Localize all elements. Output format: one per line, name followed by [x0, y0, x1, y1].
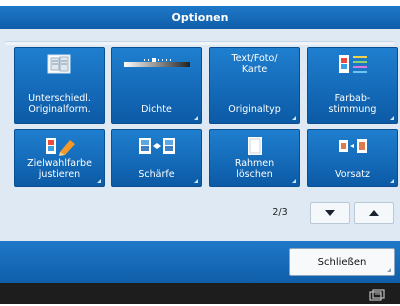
- expand-corner-icon: [390, 116, 394, 120]
- panel-divider: [6, 41, 394, 45]
- tile-color-balance[interactable]: Farbab- stimmung: [307, 47, 398, 124]
- density-slider-icon: [112, 48, 201, 80]
- tile-density[interactable]: Dichte: [111, 47, 202, 124]
- original-sizes-icon: [15, 48, 104, 80]
- close-button[interactable]: Schließen: [289, 248, 395, 276]
- tile-target-color[interactable]: Zielwahlfarbe justieren: [14, 129, 105, 187]
- arrow-down-icon: [325, 210, 335, 216]
- arrow-up-icon: [369, 210, 379, 216]
- status-bar: [0, 283, 400, 304]
- expand-corner-icon: [97, 179, 101, 183]
- tile-label: Schärfe: [138, 169, 175, 180]
- original-type-value: Text/Foto/ Karte: [231, 53, 278, 75]
- page-up-button[interactable]: [354, 202, 394, 224]
- tile-different-size-originals[interactable]: Unterschiedl. Originalform.: [14, 47, 105, 124]
- tile-cover-page[interactable]: Vorsatz: [307, 129, 398, 187]
- expand-corner-icon: [194, 179, 198, 183]
- close-button-label: Schließen: [317, 256, 367, 268]
- tile-label: Farbab- stimmung: [328, 93, 377, 115]
- page-indicator: 2/3: [272, 207, 288, 218]
- expand-corner-icon: [390, 179, 394, 183]
- tile-sharpness[interactable]: Schärfe: [111, 129, 202, 187]
- sharpness-icon: [112, 130, 201, 162]
- tile-erase-frame[interactable]: Rahmen löschen: [209, 129, 300, 187]
- cover-page-icon: [308, 130, 397, 162]
- tile-original-type[interactable]: Text/Foto/ Karte Originaltyp: [209, 47, 300, 124]
- expand-corner-icon: [292, 116, 296, 120]
- expand-corner-icon: [292, 179, 296, 183]
- tile-label: Unterschiedl. Originalform.: [28, 93, 91, 115]
- tile-label: Zielwahlfarbe justieren: [27, 158, 92, 180]
- tile-label: Vorsatz: [335, 169, 370, 180]
- expand-corner-icon: [387, 268, 391, 272]
- tile-label: Originaltyp: [228, 104, 281, 115]
- tile-label: Dichte: [141, 104, 172, 115]
- device-status-icon[interactable]: [368, 287, 386, 301]
- page-down-button[interactable]: [310, 202, 350, 224]
- dialog-title: Optionen: [0, 6, 400, 29]
- options-screen: Optionen Unterschiedl. Originalform. Dic…: [0, 0, 400, 304]
- color-balance-icon: [308, 48, 397, 80]
- tile-label: Rahmen löschen: [234, 158, 275, 180]
- expand-corner-icon: [194, 116, 198, 120]
